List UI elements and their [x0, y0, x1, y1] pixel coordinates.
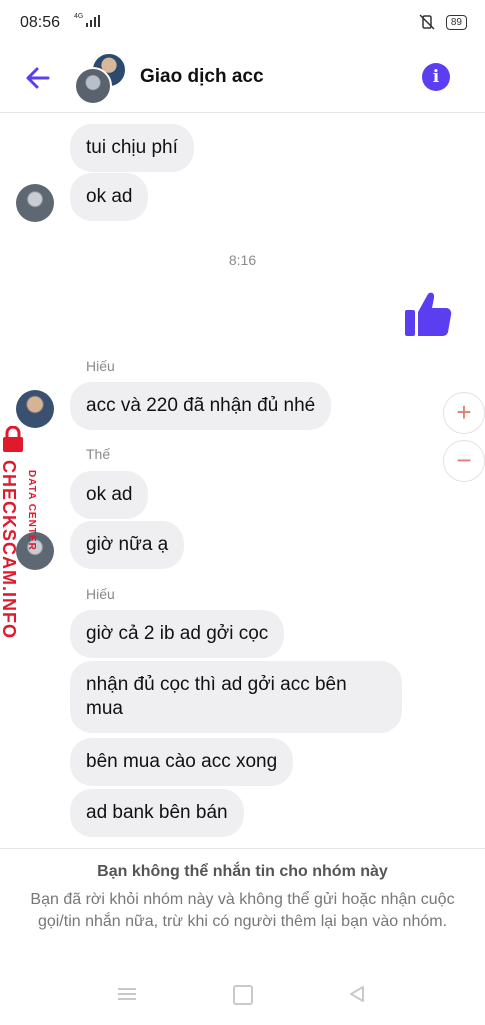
- zoom-out-button[interactable]: −: [443, 440, 485, 482]
- signal-icon: [86, 15, 100, 27]
- network-type: 4G: [74, 13, 84, 20]
- message-bubble[interactable]: giờ nữa ạ: [70, 521, 185, 569]
- message-bubble[interactable]: acc và 220 đã nhận đủ nhé: [70, 382, 332, 430]
- message-bubble[interactable]: ok ad: [70, 471, 149, 519]
- sender-name: Hiếu: [86, 586, 115, 602]
- group-avatar[interactable]: [74, 52, 127, 105]
- system-nav-bar: [0, 977, 485, 1017]
- arrow-left-icon[interactable]: [22, 62, 54, 94]
- info-icon[interactable]: i: [422, 63, 450, 91]
- member-avatar: [74, 67, 112, 105]
- sender-name: Thế: [86, 446, 111, 462]
- timestamp: 8:16: [228, 252, 257, 268]
- message-bubble[interactable]: ad bank bên bán: [70, 789, 244, 837]
- avatar[interactable]: [16, 184, 54, 222]
- message-bubble[interactable]: ok ad: [70, 173, 149, 221]
- message-bubble[interactable]: giờ cả 2 ib ad gởi cọc: [70, 610, 285, 658]
- zoom-in-button[interactable]: +: [443, 392, 485, 434]
- message-bubble[interactable]: bên mua cào acc xong: [70, 738, 294, 786]
- status-bar: 08:56 4G 89: [0, 0, 485, 46]
- watermark: CHECKSCAM.INFO DATA CENTER: [0, 420, 60, 660]
- chat-title[interactable]: Giao dịch acc: [140, 66, 264, 88]
- status-right: 89: [418, 14, 467, 30]
- lock-icon: [3, 426, 23, 452]
- sender-name: Hiếu: [86, 358, 115, 374]
- message-bubble[interactable]: tui chịu phí: [70, 124, 194, 172]
- notice-title: Bạn không thể nhắn tin cho nhóm này: [97, 863, 388, 880]
- home-icon[interactable]: [233, 985, 253, 1005]
- mute-vibrate-icon: [419, 14, 435, 30]
- chat-header: Giao dịch acc i: [0, 46, 485, 113]
- battery-level: 89: [445, 14, 467, 30]
- watermark-subtext: DATA CENTER: [26, 470, 37, 551]
- menu-icon[interactable]: [118, 987, 136, 1001]
- notice-body: Bạn đã rời khỏi nhóm này và không thể gử…: [30, 891, 455, 930]
- back-triangle-icon[interactable]: [348, 985, 366, 1003]
- watermark-text: CHECKSCAM.INFO: [0, 460, 19, 639]
- status-time: 08:56: [20, 14, 61, 31]
- composer-disabled-notice: Bạn không thể nhắn tin cho nhóm này Bạn …: [0, 848, 485, 1025]
- message-bubble[interactable]: nhận đủ cọc thì ad gởi acc bên mua: [70, 661, 402, 733]
- thumbs-up-icon[interactable]: [402, 288, 454, 340]
